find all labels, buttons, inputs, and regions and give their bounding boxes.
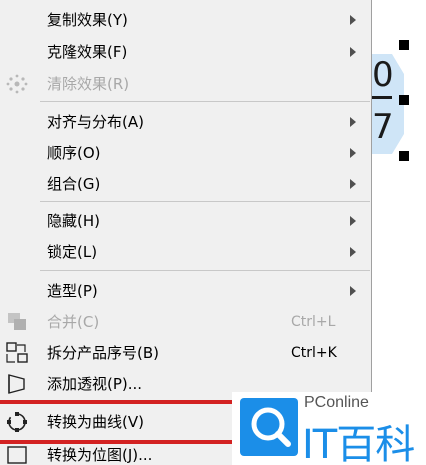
- menu-item-shortcut: Ctrl+K: [291, 345, 337, 361]
- menu-item-label: 拆分产品序号(B): [47, 344, 159, 362]
- menu-item-clear-effect[interactable]: 清除效果(R): [0, 70, 372, 98]
- submenu-arrow-icon: [350, 247, 356, 257]
- magnifier-icon: [251, 407, 291, 447]
- submenu-arrow-icon: [350, 15, 356, 25]
- menu-item-label: 锁定(L): [47, 243, 98, 261]
- break-apart-icon: [6, 342, 28, 363]
- submenu-arrow-icon: [350, 286, 356, 296]
- menu-item-label: 顺序(O): [47, 144, 101, 162]
- clear-effect-icon: [6, 74, 28, 94]
- menu-separator: [40, 201, 370, 202]
- watermark-logo: [240, 398, 298, 456]
- watermark: PConline IT百科: [232, 392, 426, 465]
- menu-item-label: 造型(P): [47, 282, 98, 300]
- selection-handle-bottom-right[interactable]: [399, 151, 409, 161]
- shape-text-bottom: 7: [372, 107, 394, 147]
- menu-item-align-distribute[interactable]: 对齐与分布(A): [0, 108, 372, 136]
- menu-item-group[interactable]: 组合(G): [0, 170, 372, 198]
- menu-item-break-apart[interactable]: 拆分产品序号(B) Ctrl+K: [0, 339, 372, 367]
- watermark-big-text: IT百科: [302, 422, 415, 465]
- submenu-arrow-icon: [350, 47, 356, 57]
- submenu-arrow-icon: [350, 216, 356, 226]
- menu-item-label: 克隆效果(F): [47, 43, 128, 61]
- submenu-arrow-icon: [350, 148, 356, 158]
- menu-item-copy-effect[interactable]: 复制效果(Y): [0, 6, 372, 34]
- menu-item-label: 合并(C): [47, 313, 100, 331]
- menu-separator: [40, 101, 370, 102]
- menu-separator: [40, 270, 370, 271]
- menu-item-shaping[interactable]: 造型(P): [0, 277, 372, 305]
- submenu-arrow-icon: [350, 117, 356, 127]
- combine-icon: [8, 313, 26, 330]
- menu-item-lock[interactable]: 锁定(L): [0, 238, 372, 266]
- menu-item-label: 转换为位图(J)...: [47, 446, 153, 464]
- highlight-outline: [0, 400, 240, 444]
- menu-item-hide[interactable]: 隐藏(H): [0, 207, 372, 235]
- menu-item-label: 隐藏(H): [47, 212, 100, 230]
- menu-item-order[interactable]: 顺序(O): [0, 139, 372, 167]
- menu-item-label: 添加透视(P)...: [47, 375, 143, 393]
- fraction-bar: [370, 96, 392, 99]
- menu-item-clone-effect[interactable]: 克隆效果(F): [0, 38, 372, 66]
- menu-item-label: 复制效果(Y): [47, 11, 128, 29]
- menu-item-label: 对齐与分布(A): [47, 113, 144, 131]
- convert-to-bitmap-icon: [7, 446, 27, 464]
- perspective-icon: [8, 374, 25, 394]
- watermark-small-text: PConline: [304, 394, 369, 411]
- shape-text-top: 0: [372, 55, 394, 95]
- menu-item-shortcut: Ctrl+L: [291, 314, 336, 330]
- selection-handle-top-right[interactable]: [399, 40, 409, 50]
- selection-handle-middle-right[interactable]: [399, 95, 409, 105]
- submenu-arrow-icon: [350, 179, 356, 189]
- menu-item-label: 清除效果(R): [47, 75, 130, 93]
- menu-item-combine[interactable]: 合并(C) Ctrl+L: [0, 308, 372, 336]
- menu-item-label: 组合(G): [47, 175, 101, 193]
